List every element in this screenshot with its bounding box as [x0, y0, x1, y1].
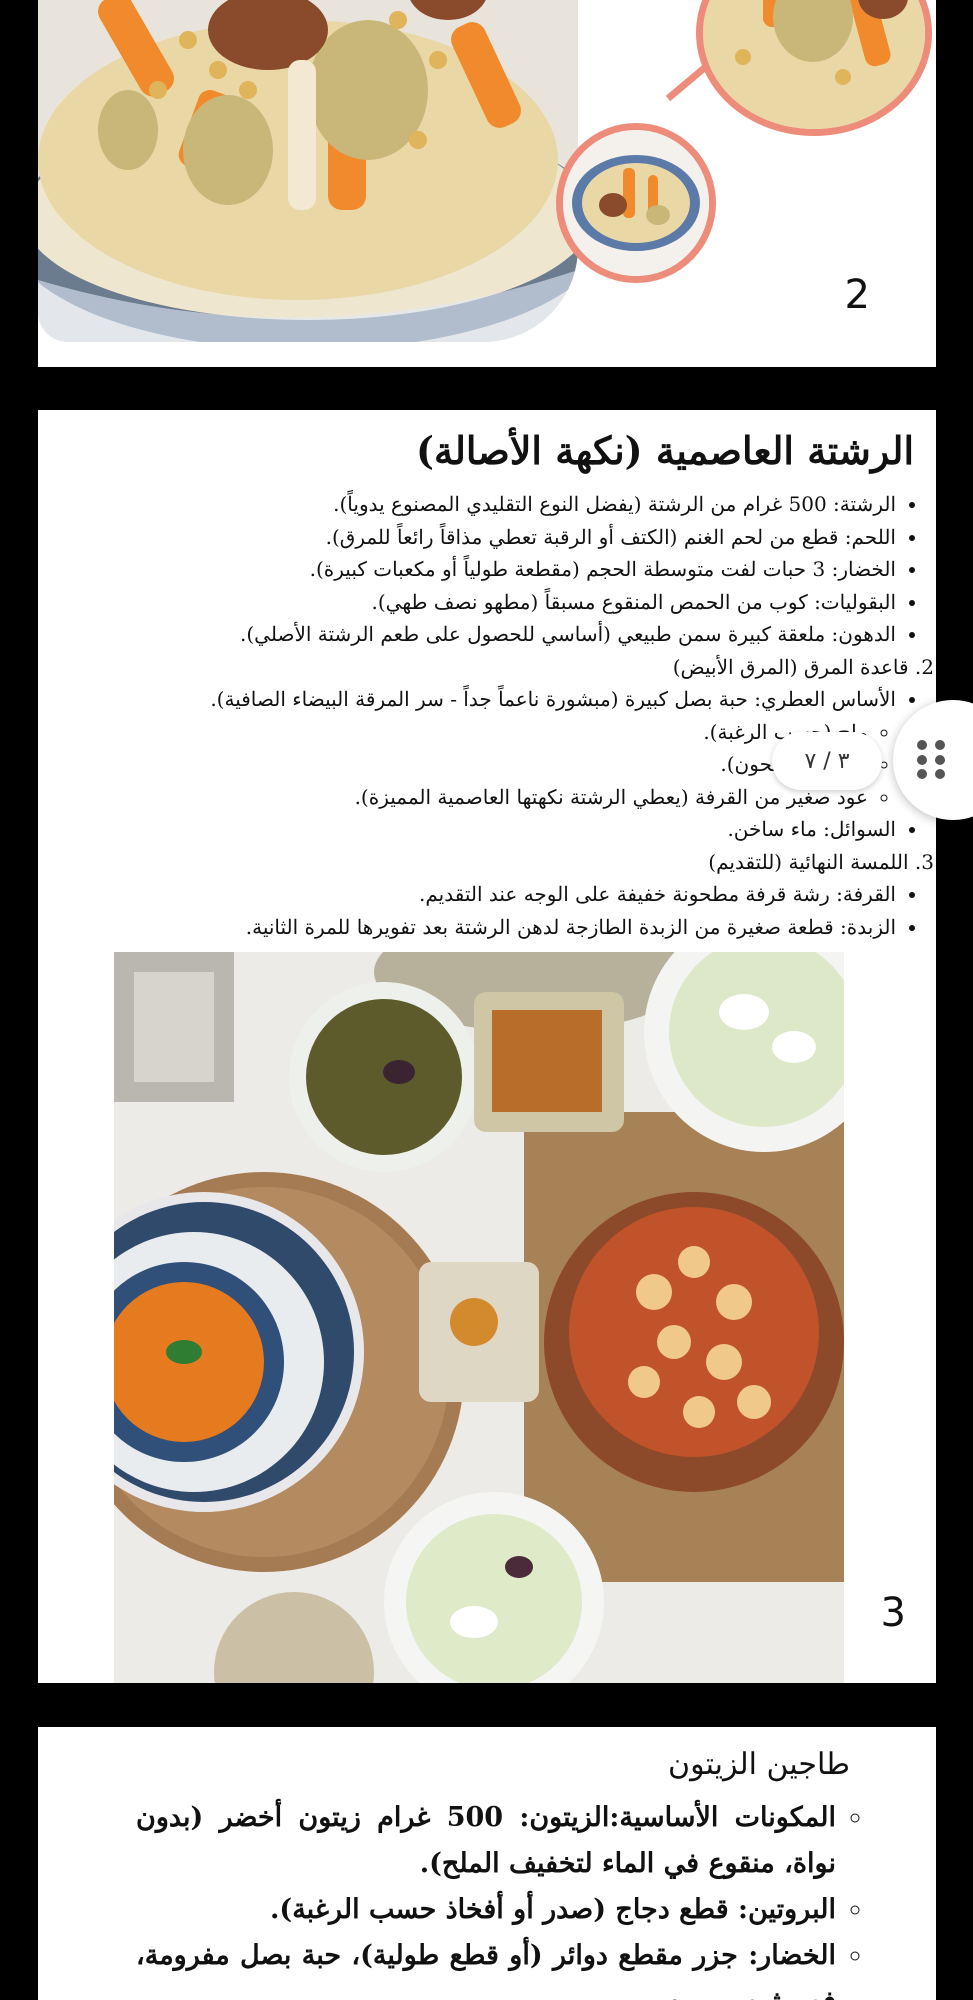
list-item: الزبدة: قطعة صغيرة من الزبدة الطازجة لده… — [76, 911, 896, 944]
list-item: السوائل: ماء ساخن. — [76, 813, 896, 846]
document-page-3: الرشتة العاصمية (نكهة الأصالة) الرشتة: 5… — [38, 410, 936, 1683]
list-item: القرفة: رشة قرفة مطحونة خفيفة على الوجه … — [76, 878, 896, 911]
list-item: المكونات الأساسية:الزيتون: 500 غرام زيتو… — [136, 1795, 836, 1887]
list-item: الدهون: ملعقة كبيرة سمن طبيعي (أساسي للح… — [76, 618, 896, 651]
page-number: 2 — [844, 272, 870, 318]
drag-dots-icon — [917, 740, 947, 780]
section-heading: 3. اللمسة النهائية (للتقديم) — [708, 849, 934, 874]
document-page-2: 2 — [38, 0, 936, 367]
page-number: 3 — [880, 1590, 906, 1636]
section-title: طاجين الزيتون — [668, 1747, 850, 1782]
liquids-list: السوائل: ماء ساخن. — [76, 813, 936, 846]
document-page-4: طاجين الزيتون المكونات الأساسية:الزيتون:… — [38, 1727, 936, 2000]
olive-tagine-list: المكونات الأساسية:الزيتون: 500 غرام زيتو… — [136, 1795, 884, 2000]
finishing-list: القرفة: رشة قرفة مطحونة خفيفة على الوجه … — [76, 878, 936, 943]
list-item: عود صغير من القرفة (يعطي الرشتة نكهتها ا… — [76, 781, 868, 814]
list-item: البقوليات: كوب من الحمص المنقوع مسبقاً (… — [76, 586, 896, 619]
recipe-body: الرشتة: 500 غرام من الرشتة (يفضل النوع ا… — [76, 488, 936, 943]
list-item: الخضار: 3 حبات لفت متوسطة الحجم (مقطعة ط… — [76, 553, 896, 586]
list-item: (طازج ومطحون). — [76, 748, 868, 781]
list-item: ملح (حسب الرغبة). — [76, 716, 868, 749]
list-item: اللحم: قطع من لحم الغنم (الكتف أو الرقبة… — [76, 521, 896, 554]
page-title: الرشتة العاصمية (نكهة الأصالة) — [415, 428, 914, 473]
list-item: الخضار: جزر مقطع دوائر (أو قطع طولية)، ح… — [136, 1933, 836, 2000]
ingredient-list: الرشتة: 500 غرام من الرشتة (يفضل النوع ا… — [76, 488, 936, 651]
list-item: الرشتة: 500 غرام من الرشتة (يفضل النوع ا… — [76, 488, 896, 521]
list-item: البروتين: قطع دجاج (صدر أو أفخاذ حسب الر… — [136, 1887, 836, 1933]
broth-list: الأساس العطري: حبة بصل كبيرة (مبشورة ناع… — [76, 683, 936, 716]
couscous-dish-photo — [38, 0, 578, 342]
page-indicator: ٣ / ٧ — [772, 732, 882, 790]
section-heading: 2. قاعدة المرق (المرق الأبيض) — [672, 654, 934, 679]
dinner-table-photo — [114, 952, 844, 1683]
couscous-thumbnail-small — [556, 123, 716, 283]
list-item: الأساس العطري: حبة بصل كبيرة (مبشورة ناع… — [76, 683, 896, 716]
couscous-thumbnail-large — [696, 0, 932, 136]
